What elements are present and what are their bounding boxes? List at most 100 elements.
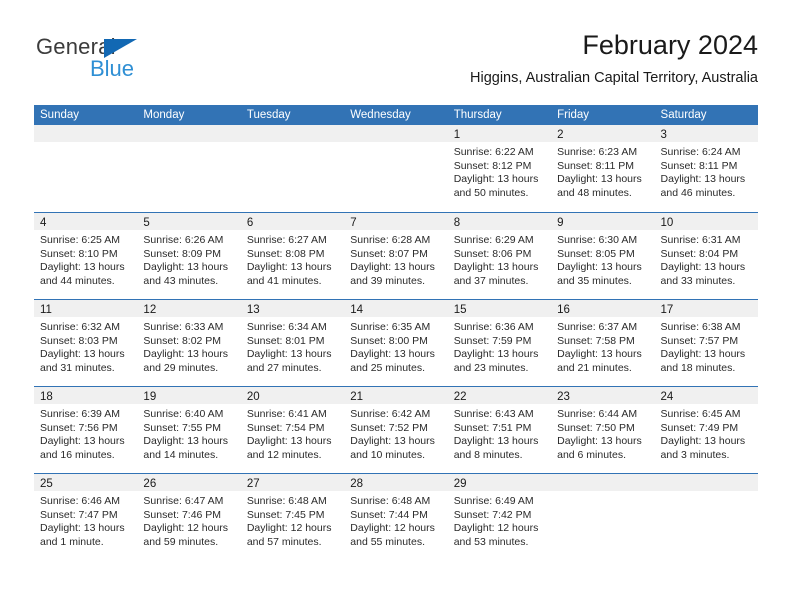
day-detail-line: Sunset: 7:54 PM — [246, 421, 325, 434]
day-number-band: 5 — [137, 213, 241, 230]
day-detail-line: Sunrise: 6:42 AM — [350, 408, 431, 420]
day-number-band — [344, 125, 448, 142]
day-cell-26[interactable]: 26 Sunrise: 6:47 AM Sunset: 7:46 PM Dayligh… — [137, 474, 241, 560]
day-detail-line: Sunrise: 6:30 AM — [557, 234, 638, 246]
day-number-band: 11 — [34, 300, 138, 317]
day-number-band: 13 — [240, 300, 345, 317]
day-detail-line: Daylight: 13 hours — [453, 348, 539, 361]
day-detail-line: Daylight: 13 hours — [143, 261, 229, 274]
day-cell-6[interactable]: 6 Sunrise: 6:27 AM Sunset: 8:08 PM Daylight… — [240, 213, 345, 299]
day-cell-27[interactable]: 27 Sunrise: 6:48 AM Sunset: 7:45 PM Dayligh… — [240, 474, 345, 560]
day-detail-line: Daylight: 12 hours — [246, 522, 332, 535]
day-cell-22[interactable]: 22 Sunrise: 6:43 AM Sunset: 7:51 PM Dayligh… — [447, 387, 552, 473]
day-cell-empty — [137, 125, 241, 212]
day-cell-14[interactable]: 14 Sunrise: 6:35 AM Sunset: 8:00 PM Dayligh… — [344, 300, 448, 386]
day-detail-line: and 21 minutes. — [557, 361, 632, 374]
day-details — [655, 491, 758, 495]
day-cell-8[interactable]: 8 Sunrise: 6:29 AM Sunset: 8:06 PM Daylight… — [447, 213, 552, 299]
day-number: 16 — [557, 304, 570, 316]
day-detail-line: Sunrise: 6:29 AM — [453, 234, 534, 246]
day-number-band — [137, 125, 241, 142]
day-detail-line: Sunrise: 6:36 AM — [453, 321, 534, 333]
day-detail-line: and 37 minutes. — [453, 274, 529, 287]
day-number-band: 6 — [240, 213, 345, 230]
day-cell-15[interactable]: 15 Sunrise: 6:36 AM Sunset: 7:59 PM Dayligh… — [447, 300, 552, 386]
day-detail-line: and 48 minutes. — [557, 186, 632, 199]
day-detail-line: and 35 minutes. — [557, 274, 632, 287]
day-cell-1[interactable]: 1 Sunrise: 6:22 AM Sunset: 8:12 PM Daylight… — [447, 125, 552, 212]
day-number: 2 — [557, 129, 564, 141]
day-detail-line: Sunrise: 6:25 AM — [40, 234, 120, 246]
day-detail-line: Daylight: 13 hours — [40, 522, 125, 535]
day-detail-line: Sunrise: 6:27 AM — [246, 234, 327, 246]
day-number: 25 — [40, 478, 53, 490]
day-detail-line: and 59 minutes. — [143, 535, 219, 548]
day-number-band: 24 — [654, 387, 758, 404]
day-details — [34, 142, 137, 146]
day-number-band: 4 — [34, 213, 138, 230]
day-cell-19[interactable]: 19 Sunrise: 6:40 AM Sunset: 7:55 PM Dayligh… — [137, 387, 241, 473]
day-detail-line: Sunset: 8:07 PM — [350, 247, 428, 260]
day-details: Sunrise: 6:28 AM Sunset: 8:07 PM Daylight:… — [344, 230, 447, 288]
day-cell-18[interactable]: 18 Sunrise: 6:39 AM Sunset: 7:56 PM Dayligh… — [34, 387, 138, 473]
day-detail-line: Daylight: 13 hours — [453, 261, 539, 274]
day-number: 14 — [350, 304, 364, 316]
day-number: 7 — [350, 217, 357, 229]
day-number: 17 — [660, 304, 674, 316]
day-details — [551, 491, 654, 495]
day-cell-21[interactable]: 21 Sunrise: 6:42 AM Sunset: 7:52 PM Dayligh… — [344, 387, 448, 473]
day-cell-11[interactable]: 11 Sunrise: 6:32 AM Sunset: 8:03 PM Dayligh… — [34, 300, 138, 386]
day-number: 28 — [350, 478, 364, 490]
day-detail-line: and 25 minutes. — [350, 361, 425, 374]
brand-name-blue: Blue — [90, 56, 135, 81]
day-cell-4[interactable]: 4 Sunrise: 6:25 AM Sunset: 8:10 PM Daylight… — [34, 213, 138, 299]
day-detail-line: Daylight: 13 hours — [660, 435, 746, 448]
day-cell-3[interactable]: 3 Sunrise: 6:24 AM Sunset: 8:11 PM Daylight… — [654, 125, 758, 212]
day-details: Sunrise: 6:30 AM Sunset: 8:05 PM Daylight:… — [551, 230, 654, 288]
day-detail-line: Sunrise: 6:38 AM — [660, 321, 741, 333]
day-detail-line: Sunset: 8:01 PM — [246, 334, 325, 347]
day-detail-line: Daylight: 13 hours — [350, 261, 435, 274]
day-number: 5 — [143, 217, 150, 229]
day-detail-line: and 50 minutes. — [453, 186, 529, 199]
day-details: Sunrise: 6:48 AM Sunset: 7:44 PM Daylight:… — [344, 491, 447, 549]
day-number-band: 10 — [654, 213, 758, 230]
day-cell-29[interactable]: 29 Sunrise: 6:49 AM Sunset: 7:42 PM Dayligh… — [447, 474, 552, 560]
day-detail-line: and 33 minutes. — [660, 274, 736, 287]
day-cell-24[interactable]: 24 Sunrise: 6:45 AM Sunset: 7:49 PM Dayligh… — [654, 387, 758, 473]
day-detail-line: Sunset: 8:02 PM — [143, 334, 222, 347]
day-cell-12[interactable]: 12 Sunrise: 6:33 AM Sunset: 8:02 PM Dayligh… — [137, 300, 241, 386]
day-detail-line: Sunrise: 6:31 AM — [660, 234, 741, 246]
day-cell-5[interactable]: 5 Sunrise: 6:26 AM Sunset: 8:09 PM Daylight… — [137, 213, 241, 299]
day-cell-2[interactable]: 2 Sunrise: 6:23 AM Sunset: 8:11 PM Daylight… — [551, 125, 655, 212]
day-detail-line: and 44 minutes. — [40, 274, 115, 287]
day-details: Sunrise: 6:43 AM Sunset: 7:51 PM Daylight:… — [448, 404, 551, 462]
day-cell-13[interactable]: 13 Sunrise: 6:34 AM Sunset: 8:01 PM Dayligh… — [240, 300, 345, 386]
day-number-band: 25 — [34, 474, 138, 491]
day-cell-28[interactable]: 28 Sunrise: 6:48 AM Sunset: 7:44 PM Dayligh… — [344, 474, 448, 560]
day-detail-line: and 23 minutes. — [453, 361, 529, 374]
day-cell-empty — [551, 474, 655, 560]
day-cell-25[interactable]: 25 Sunrise: 6:46 AM Sunset: 7:47 PM Dayligh… — [34, 474, 138, 560]
day-detail-line: Sunset: 7:46 PM — [143, 508, 222, 521]
day-detail-line: Sunrise: 6:28 AM — [350, 234, 431, 246]
day-cell-7[interactable]: 7 Sunrise: 6:28 AM Sunset: 8:07 PM Daylight… — [344, 213, 448, 299]
day-number-band — [240, 125, 345, 142]
day-cell-20[interactable]: 20 Sunrise: 6:41 AM Sunset: 7:54 PM Dayligh… — [240, 387, 345, 473]
day-detail-line: Sunset: 8:03 PM — [40, 334, 118, 347]
day-cell-23[interactable]: 23 Sunrise: 6:44 AM Sunset: 7:50 PM Dayligh… — [551, 387, 655, 473]
day-number-band: 18 — [34, 387, 138, 404]
day-cell-10[interactable]: 10 Sunrise: 6:31 AM Sunset: 8:04 PM Dayligh… — [654, 213, 758, 299]
day-details: Sunrise: 6:47 AM Sunset: 7:46 PM Daylight:… — [137, 491, 240, 549]
day-detail-line: Sunrise: 6:26 AM — [143, 234, 224, 246]
day-detail-line: Sunset: 8:12 PM — [453, 159, 532, 172]
day-detail-line: Sunset: 8:06 PM — [453, 247, 532, 260]
day-cell-17[interactable]: 17 Sunrise: 6:38 AM Sunset: 7:57 PM Dayligh… — [654, 300, 758, 386]
day-detail-line: and 10 minutes. — [350, 448, 425, 461]
day-detail-line: Daylight: 13 hours — [453, 435, 539, 448]
weekday-header-tuesday: Tuesday — [246, 109, 291, 121]
brand-logo[interactable]: General Blue — [34, 34, 244, 90]
day-cell-9[interactable]: 9 Sunrise: 6:30 AM Sunset: 8:05 PM Daylight… — [551, 213, 655, 299]
day-cell-16[interactable]: 16 Sunrise: 6:37 AM Sunset: 7:58 PM Dayligh… — [551, 300, 655, 386]
page-header: General Blue February 2024 Higgins, Aust… — [34, 28, 758, 98]
